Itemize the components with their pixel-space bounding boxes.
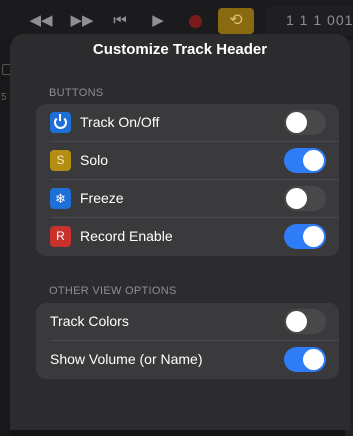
row-label: Show Volume (or Name) [50,351,203,367]
rewind-icon[interactable]: ◀◀ [29,11,53,31]
cycle-icon[interactable]: ⟲ [218,8,254,34]
row-solo[interactable]: S Solo [36,142,339,180]
toggle-knob [286,311,307,332]
row-track-colors[interactable]: Track Colors [36,303,339,341]
screen: ◀◀ ▶▶ ⏮ ▶ ⟲ 1 1 1 001 5 Customize Track … [0,0,353,436]
toggle-knob [286,188,307,209]
row-show-volume[interactable]: Show Volume (or Name) [36,341,339,379]
fast-forward-icon[interactable]: ▶▶ [70,11,94,31]
freeze-icon: ❄ [50,188,71,209]
power-icon [50,112,71,133]
row-label: Track On/Off [80,114,160,130]
buttons-group: Track On/Off S Solo ❄ Freeze R Record En… [36,104,339,256]
go-to-start-icon[interactable]: ⏮ [110,11,130,31]
section-header-other-view-options: OTHER VIEW OPTIONS [49,285,177,297]
row-label: Track Colors [50,313,129,329]
play-icon[interactable]: ▶ [148,11,168,31]
record-enable-toggle[interactable] [284,224,326,249]
solo-icon: S [50,150,71,171]
row-label: Record Enable [80,228,173,244]
row-label: Freeze [80,190,124,206]
solo-toggle[interactable] [284,148,326,173]
toggle-knob [303,150,324,171]
row-record-enable[interactable]: R Record Enable [36,218,339,256]
row-track-on-off[interactable]: Track On/Off [36,104,339,142]
popover-title: Customize Track Header [92,41,268,58]
row-freeze[interactable]: ❄ Freeze [36,180,339,218]
customize-track-header-popover: Customize Track Header BUTTONS Track On/… [10,34,350,430]
track-list-edge: 5 [0,40,14,436]
record-enable-icon: R [50,226,71,247]
section-header-buttons: BUTTONS [49,87,104,99]
toggle-knob [286,112,307,133]
row-label: Solo [80,152,109,168]
other-view-options-group: Track Colors Show Volume (or Name) [36,303,339,379]
freeze-toggle[interactable] [284,186,326,211]
track-number: 5 [1,92,7,103]
lcd-value: 1 1 1 001 [286,12,353,28]
track-colors-toggle[interactable] [284,309,326,334]
show-volume-toggle[interactable] [284,347,326,372]
track-on-off-toggle[interactable] [284,110,326,135]
toggle-knob [303,226,324,247]
lcd-display[interactable]: 1 1 1 001 [266,6,353,36]
record-icon[interactable] [189,15,202,28]
toggle-knob [303,349,324,370]
